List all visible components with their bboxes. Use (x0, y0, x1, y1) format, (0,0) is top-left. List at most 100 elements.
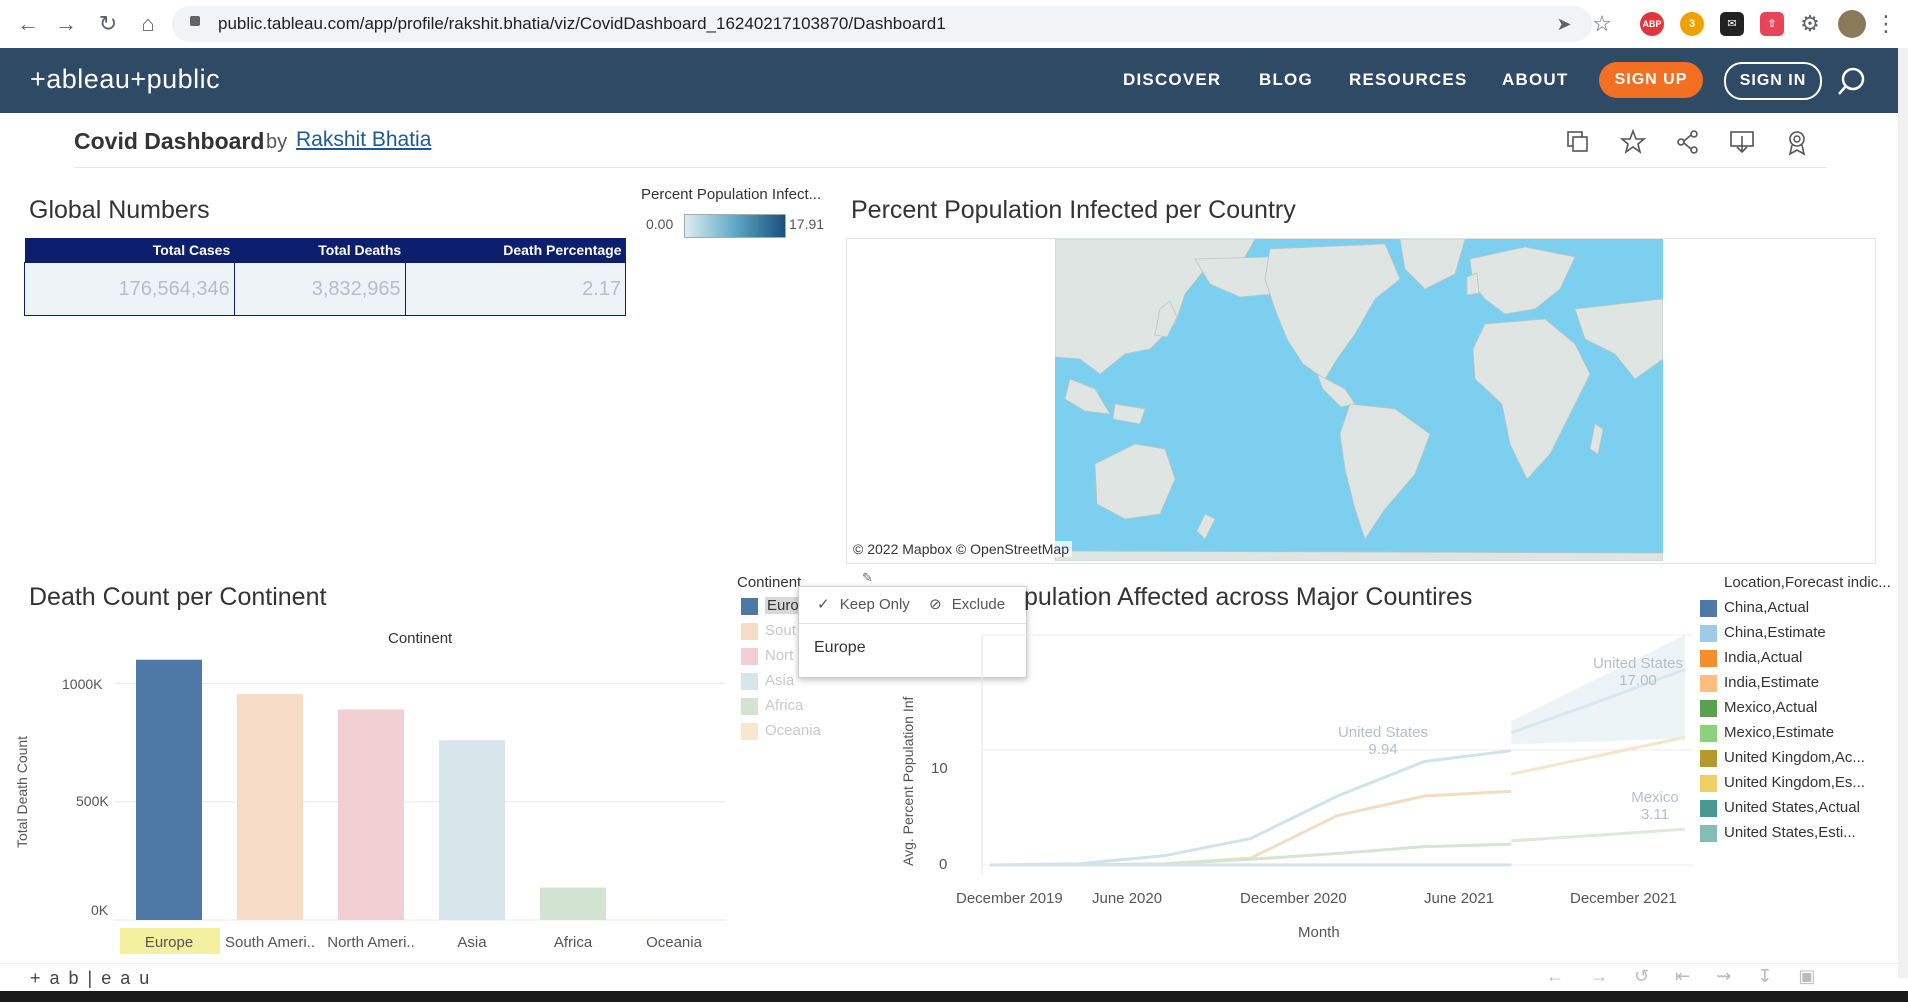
author-link[interactable]: Rakshit Bhatia (296, 128, 431, 152)
browser-menu-icon[interactable]: ⋮ (1872, 10, 1900, 38)
share-icon[interactable] (1674, 128, 1702, 156)
bar-europe[interactable] (136, 659, 202, 920)
forecast-legend-swatch[interactable] (1700, 775, 1717, 792)
forecast-legend-label[interactable]: India,Estimate (1724, 674, 1819, 691)
forecast-legend-label[interactable]: United States,Esti... (1724, 824, 1856, 841)
nav-discover[interactable]: DISCOVER (1123, 70, 1221, 90)
forecast-legend-swatch[interactable] (1700, 675, 1717, 692)
extension-upload-icon[interactable]: ⇧ (1760, 12, 1784, 36)
extension-badge-icon[interactable]: 3 (1680, 12, 1704, 36)
continent-legend-label[interactable]: Oceania (765, 722, 821, 739)
forecast-legend-swatch[interactable] (1700, 750, 1717, 767)
forecast-legend-swatch[interactable] (1700, 700, 1717, 717)
bar-category-label[interactable]: South Ameri.. (225, 934, 315, 951)
forecast-legend-swatch[interactable] (1700, 725, 1717, 742)
forecast-legend-swatch[interactable] (1700, 600, 1717, 617)
bar-south-ameri[interactable] (237, 694, 303, 920)
value-total-cases[interactable]: 176,564,346 (24, 262, 235, 316)
search-icon[interactable] (1836, 66, 1868, 98)
undo-icon[interactable]: ← (1546, 966, 1590, 986)
continent-legend-swatch[interactable] (741, 673, 758, 690)
copy-icon[interactable] (1564, 128, 1592, 156)
global-numbers-table: Total Cases Total Deaths Death Percentag… (24, 238, 627, 316)
bar-category-label[interactable]: Asia (457, 934, 487, 951)
forecast-legend-label[interactable]: Mexico,Estimate (1724, 724, 1834, 741)
url-text[interactable]: public.tableau.com/app/profile/rakshit.b… (218, 14, 946, 34)
continent-legend-label[interactable]: Asia (765, 672, 794, 689)
line-chart-xlabel: Month (1298, 924, 1340, 941)
nav-blog[interactable]: BLOG (1259, 70, 1313, 90)
viz-of-the-day-icon[interactable] (1783, 128, 1811, 156)
forecast-legend-swatch[interactable] (1700, 650, 1717, 667)
reload-icon[interactable]: ↻ (94, 10, 122, 38)
forecast-legend-label[interactable]: United Kingdom,Ac... (1724, 749, 1865, 766)
forecast-legend-label[interactable]: India,Actual (1724, 649, 1802, 666)
bar-category-label[interactable]: Europe (145, 934, 193, 951)
extensions-puzzle-icon[interactable]: ⚙ (1796, 10, 1824, 38)
forecast-legend-label[interactable]: China,Actual (1724, 599, 1809, 616)
continent-legend-swatch[interactable] (741, 723, 758, 740)
map-legend-max: 17.91 (789, 216, 825, 232)
annotation-us-actual-country: United States (1337, 724, 1429, 741)
bookmark-star-icon[interactable]: ☆ (1588, 10, 1616, 38)
forecast-legend-label[interactable]: China,Estimate (1724, 624, 1826, 641)
tableau-footer-logo[interactable]: + a b | e a u (30, 968, 151, 989)
title-divider (74, 167, 1826, 168)
bar-north-ameri[interactable] (338, 709, 404, 920)
continent-legend-label[interactable]: Africa (765, 697, 803, 714)
bar-category-label[interactable]: Africa (554, 934, 593, 951)
continent-legend-label[interactable]: Sout (765, 622, 796, 639)
continent-legend-swatch[interactable] (741, 598, 758, 615)
reset-icon[interactable]: ⇤ (1675, 966, 1716, 986)
continent-legend-swatch[interactable] (741, 623, 758, 640)
annotation-mexico-country: Mexico (1631, 789, 1679, 806)
forecast-legend-label[interactable]: United Kingdom,Es... (1724, 774, 1865, 791)
favorite-star-icon[interactable] (1619, 128, 1647, 156)
adblock-icon[interactable]: ABP (1640, 12, 1664, 36)
forward-icon[interactable]: → (52, 10, 80, 38)
bar-africa[interactable] (540, 887, 606, 920)
home-icon[interactable]: ⌂ (134, 10, 162, 38)
sign-up-button[interactable]: SIGN UP (1599, 62, 1703, 98)
tableau-public-logo[interactable]: +ableau+public (30, 64, 220, 95)
forecast-legend-swatch[interactable] (1700, 825, 1717, 842)
world-map[interactable] (1055, 239, 1663, 561)
value-death-percentage[interactable]: 2.17 (404, 262, 627, 316)
extension-mail-icon[interactable]: ✉ (1720, 12, 1744, 36)
forecast-legend-label[interactable]: United States,Actual (1724, 799, 1860, 816)
nav-about[interactable]: ABOUT (1502, 70, 1568, 90)
back-icon[interactable]: ← (14, 10, 42, 38)
keep-only-button[interactable]: ✓ Keep Only (817, 595, 910, 613)
value-total-deaths[interactable]: 3,832,965 (233, 262, 406, 316)
send-icon[interactable]: ➤ (1550, 10, 1578, 38)
annotation-us-estimate-value: 17.00 (1619, 672, 1657, 689)
continent-legend-label[interactable]: Nort (765, 647, 793, 664)
bar-oceania[interactable] (641, 919, 707, 921)
continent-legend-swatch[interactable] (741, 698, 758, 715)
bar-asia[interactable] (439, 740, 505, 920)
edit-pencil-icon[interactable]: ✎ (862, 570, 873, 586)
page-scrollbar[interactable] (1898, 48, 1908, 978)
exclude-button[interactable]: ⊘ Exclude (929, 595, 1005, 613)
revert-icon[interactable]: ↺ (1634, 966, 1675, 986)
sign-in-button[interactable]: SIGN IN (1724, 62, 1822, 100)
map-attribution[interactable]: © 2022 Mapbox © OpenStreetMap (850, 541, 1072, 557)
forecast-legend-swatch[interactable] (1700, 625, 1717, 642)
line-series-mexico-actual[interactable] (990, 842, 1512, 867)
profile-avatar[interactable] (1838, 10, 1866, 38)
bar-category-label[interactable]: North Ameri.. (327, 934, 415, 951)
fullscreen-icon[interactable]: ▣ (1798, 966, 1841, 986)
nav-resources[interactable]: RESOURCES (1349, 70, 1468, 90)
line-series-mexico-estimate[interactable] (1511, 827, 1686, 843)
forecast-legend-swatch[interactable] (1700, 800, 1717, 817)
bar-category-label[interactable]: Oceania (646, 934, 703, 951)
download-icon[interactable] (1728, 128, 1756, 156)
redo-icon[interactable]: → (1590, 966, 1634, 986)
header-total-deaths: Total Deaths (234, 238, 406, 263)
toolbar-share-icon[interactable]: ⇝ (1716, 966, 1757, 986)
forecast-legend-label[interactable]: Mexico,Actual (1724, 699, 1817, 716)
continent-legend-swatch[interactable] (741, 648, 758, 665)
toolbar-download-icon[interactable]: ↧ (1757, 966, 1798, 986)
line-series-india-actual[interactable] (990, 789, 1512, 867)
continent-legend-label[interactable]: Euro (765, 597, 801, 614)
